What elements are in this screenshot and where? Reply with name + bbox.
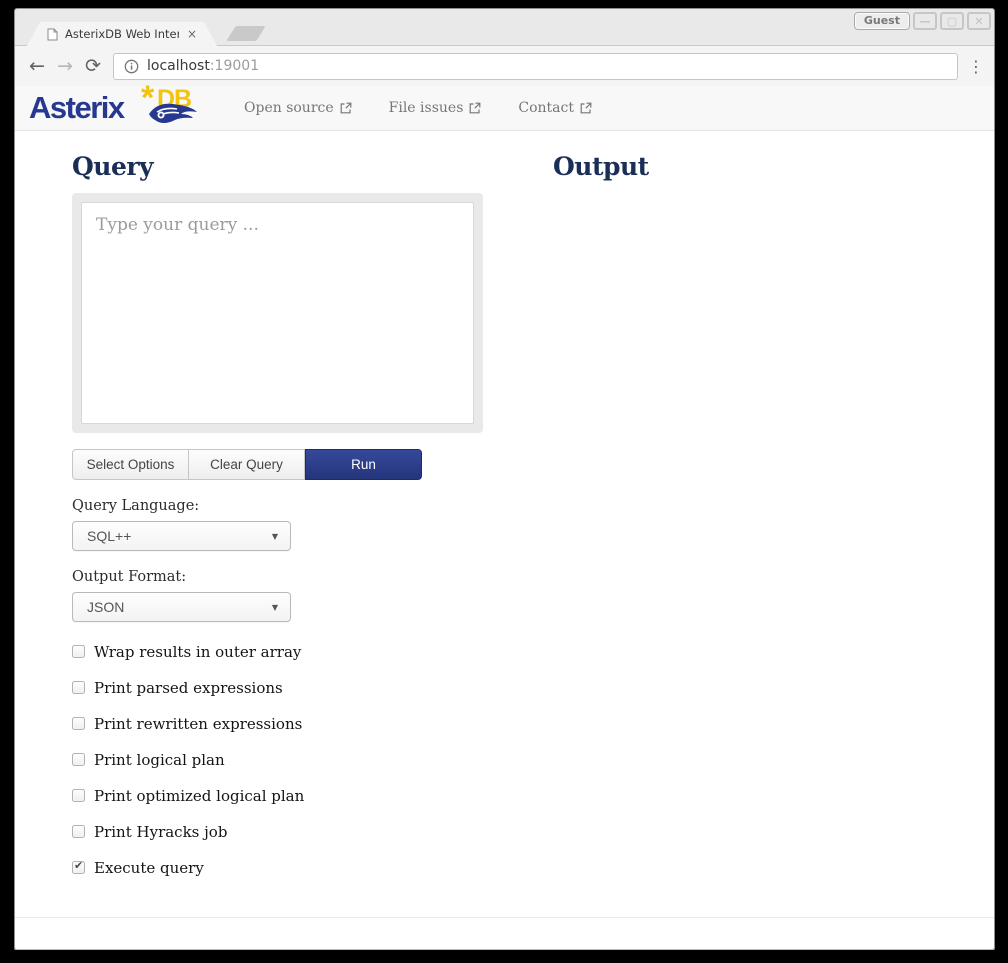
option-label: Print parsed expressions xyxy=(94,679,283,697)
url-text[interactable]: localhost:19001 xyxy=(147,58,259,74)
select-options-button[interactable]: Select Options xyxy=(72,449,189,480)
checkbox[interactable] xyxy=(72,825,85,838)
checkbox[interactable] xyxy=(72,717,85,730)
output-format-select[interactable]: JSON ▼ xyxy=(72,592,291,622)
url-port: :19001 xyxy=(210,58,259,74)
browser-toolbar: ← → ⟳ localhost:19001 ⋮ xyxy=(15,46,994,86)
checkbox[interactable] xyxy=(72,645,85,658)
url-host: localhost xyxy=(147,58,210,74)
query-language-select[interactable]: SQL++ ▼ xyxy=(72,521,291,551)
option-label: Print Hyracks job xyxy=(94,823,227,841)
option-label: Print rewritten expressions xyxy=(94,715,302,733)
nav-links: Open source File issues Contact xyxy=(244,100,592,116)
minimize-button[interactable]: — xyxy=(913,12,937,30)
asterixdb-logo[interactable]: Asterix * DB xyxy=(29,88,204,128)
site-navbar: Asterix * DB Open source File issues xyxy=(15,86,994,131)
option-row: Print logical plan xyxy=(72,752,483,767)
option-row: Execute query xyxy=(72,860,483,875)
output-heading: Output xyxy=(553,152,994,181)
nav-link-contact[interactable]: Contact xyxy=(518,100,592,116)
profile-button[interactable]: Guest xyxy=(854,12,910,30)
query-options: Wrap results in outer array Print parsed… xyxy=(72,644,483,875)
close-button[interactable]: ✕ xyxy=(967,12,991,30)
footer-divider xyxy=(15,917,994,918)
checkbox[interactable] xyxy=(72,789,85,802)
logo-word: Asterix xyxy=(29,90,124,125)
dropdown-arrow-icon: ▼ xyxy=(272,603,278,612)
browser-menu-icon[interactable]: ⋮ xyxy=(966,57,986,76)
new-tab-button[interactable] xyxy=(226,26,265,41)
info-icon[interactable] xyxy=(124,59,139,74)
nav-link-file-issues[interactable]: File issues xyxy=(389,100,482,116)
titlebar: AsterixDB Web Interface × Guest — ▢ ✕ xyxy=(15,9,994,46)
clear-query-button[interactable]: Clear Query xyxy=(189,449,305,480)
window-controls: — ▢ ✕ xyxy=(913,12,991,30)
main-content: Query Select Options Clear Query Run Que… xyxy=(15,131,994,896)
query-column: Query Select Options Clear Query Run Que… xyxy=(72,131,483,896)
checkbox[interactable] xyxy=(72,861,85,874)
query-language-label: Query Language: xyxy=(72,498,483,514)
page-favicon-icon xyxy=(47,28,58,41)
option-row: Print Hyracks job xyxy=(72,824,483,839)
page: Asterix * DB Open source File issues xyxy=(15,86,994,949)
run-button[interactable]: Run xyxy=(305,449,422,480)
query-editor-container xyxy=(72,193,483,433)
option-row: Print parsed expressions xyxy=(72,680,483,695)
query-heading: Query xyxy=(72,152,483,181)
nav-link-open-source[interactable]: Open source xyxy=(244,100,352,116)
back-icon[interactable]: ← xyxy=(23,52,51,80)
tab-close-icon[interactable]: × xyxy=(187,27,197,41)
nav-link-label: Contact xyxy=(518,100,574,116)
option-label: Print optimized logical plan xyxy=(94,787,304,805)
query-language-value: SQL++ xyxy=(87,528,272,544)
option-row: Print optimized logical plan xyxy=(72,788,483,803)
nav-link-label: File issues xyxy=(389,100,464,116)
external-link-icon xyxy=(469,102,481,114)
checkbox[interactable] xyxy=(72,753,85,766)
checkbox[interactable] xyxy=(72,681,85,694)
reload-icon[interactable]: ⟳ xyxy=(79,52,107,80)
forward-icon: → xyxy=(51,52,79,80)
dropdown-arrow-icon: ▼ xyxy=(272,532,278,541)
nav-link-label: Open source xyxy=(244,100,334,116)
external-link-icon xyxy=(340,102,352,114)
output-format-value: JSON xyxy=(87,599,272,615)
option-label: Execute query xyxy=(94,859,204,877)
query-actions: Select Options Clear Query Run xyxy=(72,449,422,480)
browser-tab[interactable]: AsterixDB Web Interface × xyxy=(27,22,217,46)
output-format-label: Output Format: xyxy=(72,569,483,585)
address-bar[interactable]: localhost:19001 xyxy=(113,53,958,80)
browser-window: AsterixDB Web Interface × Guest — ▢ ✕ ← … xyxy=(14,8,995,949)
option-label: Print logical plan xyxy=(94,751,225,769)
option-row: Print rewritten expressions xyxy=(72,716,483,731)
query-input[interactable] xyxy=(81,202,474,424)
option-label: Wrap results in outer array xyxy=(94,643,301,661)
maximize-button[interactable]: ▢ xyxy=(940,12,964,30)
logo-bird-icon xyxy=(147,100,199,126)
output-column: Output xyxy=(553,131,994,896)
tab-title: AsterixDB Web Interface xyxy=(65,27,179,41)
option-row: Wrap results in outer array xyxy=(72,644,483,659)
external-link-icon xyxy=(580,102,592,114)
